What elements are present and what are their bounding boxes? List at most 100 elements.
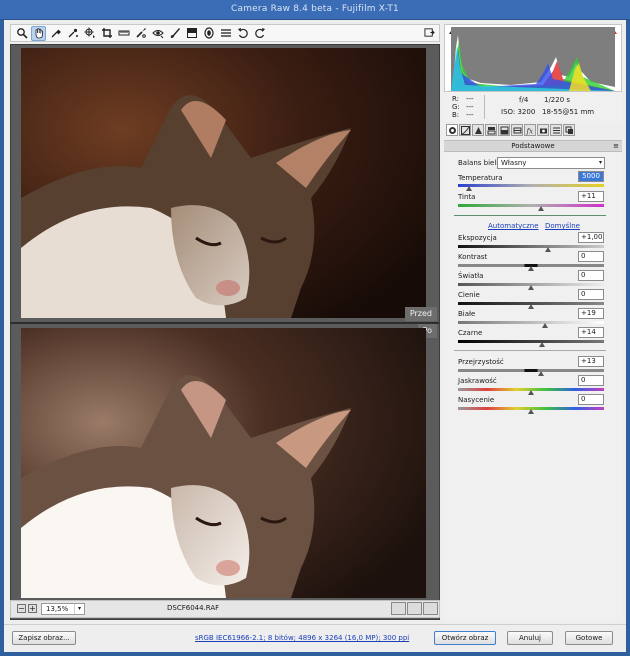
blacks-slider-thumb[interactable] [539, 342, 545, 347]
svg-text:fx: fx [526, 127, 533, 135]
color-sampler-icon[interactable] [65, 26, 80, 41]
hand-icon[interactable] [31, 25, 46, 41]
tab-lens-corrections[interactable] [511, 124, 523, 136]
tab-camera-calibration[interactable] [537, 124, 549, 136]
auto-link[interactable]: Automatyczne [488, 222, 539, 230]
exposure-label: Ekspozycja [458, 234, 497, 242]
section-divider [454, 350, 606, 351]
panel-header: Podstawowe ≡ [444, 140, 622, 152]
contrast-input[interactable]: 0 [578, 251, 604, 262]
panel-tabs: fx [444, 124, 622, 138]
white-balance-icon[interactable] [48, 26, 63, 41]
workflow-options-link[interactable]: sRGB IEC61966-2.1; 8 bitów; 4896 x 3264 … [195, 634, 409, 642]
camera-icon [539, 128, 547, 133]
highlights-input[interactable]: 0 [578, 270, 604, 281]
open-image-button[interactable]: Otwórz obraz [434, 631, 496, 645]
contrast-slider-thumb[interactable] [528, 266, 534, 271]
saturation-input[interactable]: 0 [578, 394, 604, 405]
swap-settings-button[interactable] [407, 602, 422, 615]
blacks-input[interactable]: +14 [578, 327, 604, 338]
whites-slider-thumb[interactable] [542, 323, 548, 328]
temperature-slider[interactable] [458, 184, 604, 187]
hsl-icon [487, 126, 495, 134]
triangle-icon [474, 126, 482, 134]
preview-before-image [21, 48, 426, 318]
tint-input[interactable]: +11 [578, 191, 604, 202]
snapshots-icon [565, 126, 573, 134]
zoom-level-value: 13,5% [46, 605, 69, 613]
save-image-button[interactable]: Zapisz obraz... [12, 631, 76, 645]
tab-hsl[interactable] [485, 124, 497, 136]
aperture-value: f/4 [519, 96, 529, 104]
straighten-icon[interactable] [116, 26, 131, 41]
lens-value: 18-55@51 mm [542, 108, 595, 116]
image-preview[interactable]: Przed Po [10, 44, 440, 620]
done-button[interactable]: Gotowe [565, 631, 613, 645]
preferences-icon[interactable] [218, 26, 233, 41]
toggle-settings-button[interactable] [423, 602, 438, 615]
saturation-slider-thumb[interactable] [528, 409, 534, 414]
exposure-slider-thumb[interactable] [545, 247, 551, 252]
info-divider [484, 95, 485, 119]
temperature-label: Temperatura [458, 174, 503, 182]
panel-menu-icon[interactable]: ≡ [613, 141, 619, 151]
preview-status-bar: − + 13,5% ▾ DSCF6044.RAF [10, 600, 440, 618]
camera-raw-dialog: Przed Po − + 13,5% ▾ DSCF6044.RAF R: ---… [4, 20, 626, 652]
tab-snapshots[interactable] [563, 124, 575, 136]
blacks-slider[interactable] [458, 340, 604, 343]
adjustment-brush-icon[interactable] [167, 26, 182, 41]
shadows-input[interactable]: 0 [578, 289, 604, 300]
clarity-slider[interactable] [458, 369, 604, 372]
clarity-slider-thumb[interactable] [538, 371, 544, 376]
fx-icon: fx [526, 127, 533, 135]
saturation-label: Nasycenie [458, 396, 495, 404]
zoom-level-select[interactable]: 13,5% ▾ [41, 603, 85, 615]
b-value: --- [466, 111, 474, 119]
graduated-filter-icon[interactable] [184, 26, 199, 41]
zoom-in-button[interactable]: + [28, 604, 37, 613]
whites-input[interactable]: +19 [578, 308, 604, 319]
rotate-ccw-icon[interactable] [235, 26, 250, 41]
crop-icon[interactable] [99, 26, 114, 41]
zoom-icon[interactable] [14, 26, 29, 41]
rotate-cw-icon[interactable] [252, 26, 267, 41]
temperature-input[interactable]: 5000 [578, 171, 604, 182]
spot-removal-icon[interactable] [133, 26, 148, 41]
vibrance-input[interactable]: 0 [578, 375, 604, 386]
cancel-button[interactable]: Anuluj [507, 631, 553, 645]
clarity-label: Przejrzystość [458, 358, 504, 366]
white-balance-select[interactable]: Własny ▾ [497, 157, 605, 169]
vibrance-slider-thumb[interactable] [528, 390, 534, 395]
targeted-adjustment-icon[interactable] [82, 26, 97, 41]
before-after-divider [11, 322, 439, 324]
tab-detail[interactable] [472, 124, 484, 136]
tab-effects[interactable]: fx [524, 124, 536, 136]
clarity-input[interactable]: +13 [578, 356, 604, 367]
g-label: G: [452, 103, 460, 111]
file-name: DSCF6044.RAF [167, 604, 220, 612]
b-label: B: [452, 111, 460, 119]
aperture-icon [448, 126, 456, 134]
fullscreen-toggle-icon[interactable] [422, 25, 436, 39]
tab-presets[interactable] [550, 124, 562, 136]
exposure-input[interactable]: +1,00 [578, 232, 604, 243]
tab-basic[interactable] [446, 124, 458, 136]
dialog-footer: Zapisz obraz... sRGB IEC61966-2.1; 8 bit… [4, 624, 626, 652]
red-eye-icon[interactable] [150, 26, 165, 41]
whites-slider[interactable] [458, 321, 604, 324]
tab-tone-curve[interactable] [459, 124, 471, 136]
tint-slider[interactable] [458, 204, 604, 207]
exposure-slider[interactable] [458, 245, 604, 248]
shadows-slider-thumb[interactable] [528, 304, 534, 309]
radial-filter-icon[interactable] [201, 26, 216, 41]
tint-slider-thumb[interactable] [538, 206, 544, 211]
before-after-view-button[interactable] [391, 602, 406, 615]
default-link[interactable]: Domyślne [545, 222, 580, 230]
tab-split-toning[interactable] [498, 124, 510, 136]
preview-after-image [21, 328, 426, 598]
highlights-slider-thumb[interactable] [528, 285, 534, 290]
temperature-slider-thumb[interactable] [466, 186, 472, 191]
white-balance-value: Własny [501, 159, 527, 167]
zoom-out-button[interactable]: − [17, 604, 26, 613]
r-label: R: [452, 95, 460, 103]
